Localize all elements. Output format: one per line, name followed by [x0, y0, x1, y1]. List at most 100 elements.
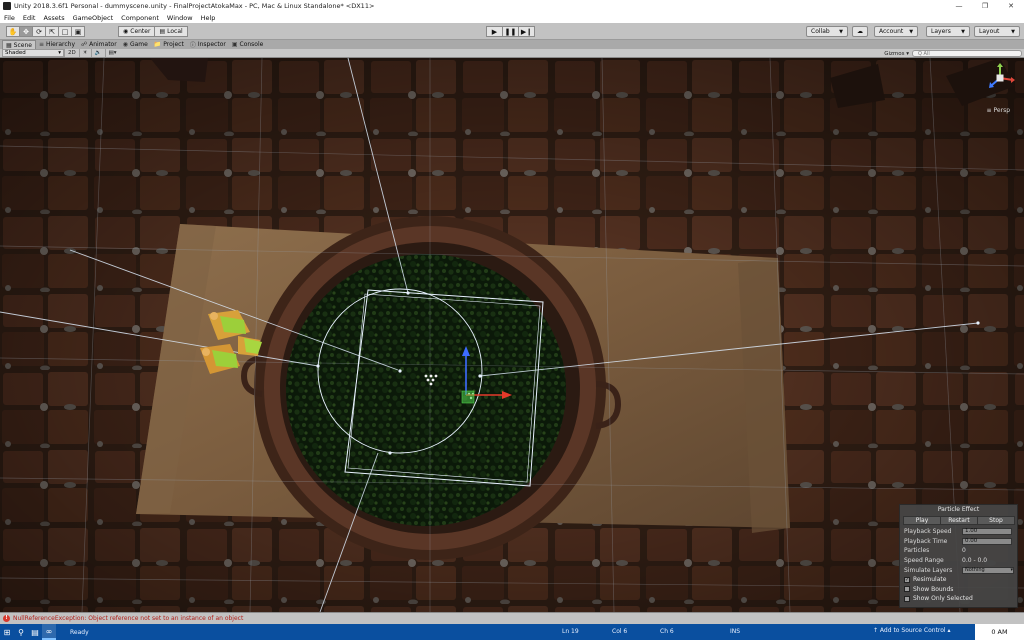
- minimize-button[interactable]: —: [946, 0, 972, 12]
- playback-time-field[interactable]: 0.00: [962, 537, 1012, 545]
- collab-dropdown[interactable]: Collab ▼: [806, 26, 848, 37]
- cloud-group: ☁: [852, 26, 868, 37]
- cloud-icon: ☁: [857, 28, 863, 35]
- account-dropdown[interactable]: Account ▼: [874, 26, 918, 37]
- speed-range-value: 0.0 - 0.0: [962, 557, 988, 565]
- scene-render: [0, 58, 1024, 612]
- menu-file[interactable]: File: [4, 14, 15, 22]
- collab-label: Collab: [811, 28, 830, 35]
- collab-group: Collab ▼: [806, 26, 848, 37]
- scene-icon: ▦: [6, 41, 12, 49]
- show-bounds-row: Show Bounds: [900, 585, 1017, 595]
- pivot-local-button[interactable]: ▤ Local: [154, 26, 188, 37]
- particle-restart-button[interactable]: Restart: [940, 516, 978, 525]
- menu-help[interactable]: Help: [201, 14, 216, 22]
- account-label: Account: [879, 28, 904, 35]
- simulate-layers-dropdown[interactable]: Nothing ▾: [962, 566, 1014, 574]
- lighting-icon[interactable]: ☀: [78, 49, 91, 57]
- account-group: Account ▼: [874, 26, 918, 37]
- system-clock[interactable]: 0 AM: [975, 624, 1024, 640]
- tab-console-label: Console: [239, 41, 264, 48]
- layers-dropdown[interactable]: Layers ▼: [926, 26, 970, 37]
- play-button[interactable]: ▶: [486, 26, 503, 37]
- tab-game[interactable]: ◉ Game: [120, 40, 151, 49]
- status-ch: Ch 6: [660, 628, 674, 635]
- playback-speed-field[interactable]: 1.00: [962, 528, 1012, 536]
- shading-mode-dropdown[interactable]: Shaded ▾: [2, 49, 64, 57]
- particle-play-button[interactable]: Play: [903, 516, 941, 525]
- maximize-button[interactable]: ❐: [972, 0, 998, 12]
- show-only-selected-label: Show Only Selected: [913, 595, 973, 603]
- layout-dropdown[interactable]: Layout ▼: [974, 26, 1020, 37]
- game-icon: ◉: [122, 41, 128, 48]
- scale-tool-icon[interactable]: ⇱: [45, 26, 59, 37]
- chevron-down-icon: ▼: [1011, 28, 1015, 35]
- projection-toggle[interactable]: ≡ Persp: [987, 107, 1010, 114]
- menu-bar: File Edit Assets GameObject Component Wi…: [0, 12, 1024, 23]
- gizmos-dropdown[interactable]: Gizmos ▾: [881, 50, 912, 58]
- audio-icon[interactable]: 🔈: [90, 49, 105, 57]
- menu-gameobject[interactable]: GameObject: [73, 14, 114, 22]
- tab-animator[interactable]: ☍ Animator: [78, 40, 120, 49]
- folder-icon: 📁: [153, 41, 162, 48]
- tab-hierarchy[interactable]: ≡ Hierarchy: [36, 40, 78, 49]
- step-button[interactable]: ▶❙: [518, 26, 535, 37]
- menu-edit[interactable]: Edit: [23, 14, 36, 22]
- particle-stop-button[interactable]: Stop: [977, 516, 1015, 525]
- mode-2d-toggle[interactable]: 2D: [64, 49, 79, 57]
- menu-assets[interactable]: Assets: [43, 14, 64, 22]
- effects-icon[interactable]: ▤▾: [104, 49, 120, 57]
- main-toolbar: ✋ ✥ ⟳ ⇱ □ ▣ ◉ Center ▤ Local ▶ ❚❚ ▶❙ Colla…: [0, 23, 1024, 40]
- projection-label: Persp: [993, 107, 1011, 114]
- rect-tool-icon[interactable]: □: [58, 26, 72, 37]
- tab-inspector[interactable]: ⓘ Inspector: [187, 40, 229, 49]
- menu-window[interactable]: Window: [167, 14, 193, 22]
- close-button[interactable]: ✕: [998, 0, 1024, 12]
- animator-icon: ☍: [81, 41, 88, 48]
- search-icon[interactable]: ⚲: [14, 624, 28, 640]
- resimulate-checkbox[interactable]: ✓: [904, 576, 910, 583]
- tab-project[interactable]: 📁 Project: [151, 40, 187, 49]
- cloud-button[interactable]: ☁: [852, 26, 868, 37]
- play-controls: ▶ ❚❚ ▶❙: [486, 26, 535, 37]
- speed-range-row: Speed Range 0.0 - 0.0: [900, 556, 1017, 566]
- layout-group: Layout ▼: [974, 26, 1020, 37]
- tab-game-label: Game: [129, 41, 148, 48]
- status-ready: Ready: [70, 628, 89, 636]
- unity-editor: Unity 2018.3.6f1 Personal - dummyscene.u…: [0, 0, 1024, 640]
- window-controls: — ❐ ✕: [946, 0, 1024, 12]
- move-tool-icon[interactable]: ✥: [19, 26, 33, 37]
- pivot-center-button[interactable]: ◉ Center: [118, 26, 156, 37]
- tab-scene[interactable]: ▦ Scene: [2, 40, 36, 49]
- tab-inspector-label: Inspector: [197, 41, 226, 48]
- pause-button[interactable]: ❚❚: [502, 26, 519, 37]
- add-to-source-control-button[interactable]: ↑ Add to Source Control ▴: [873, 627, 951, 634]
- layers-group: Layers ▼: [926, 26, 970, 37]
- console-status-bar[interactable]: ! NullReferenceException: Object referen…: [0, 612, 1024, 624]
- unity-logo-icon: [3, 2, 11, 10]
- show-bounds-checkbox[interactable]: [904, 586, 910, 593]
- windows-taskbar: ⊞ ⚲ ▤ ∞ Ready Ln 19 Col 6 Ch 6 INS ↑ Add…: [0, 624, 1024, 640]
- scene-axis-gizmo-icon[interactable]: [984, 62, 1016, 94]
- console-icon: ▣: [231, 41, 238, 48]
- local-icon: ▤: [159, 28, 166, 35]
- tab-console[interactable]: ▣ Console: [229, 40, 267, 49]
- tab-scene-label: Scene: [13, 41, 32, 49]
- windows-start-icon[interactable]: ⊞: [0, 624, 14, 640]
- layout-label: Layout: [979, 28, 1000, 35]
- chevron-down-icon: ▼: [961, 28, 965, 35]
- show-only-selected-checkbox[interactable]: [904, 595, 910, 602]
- task-view-icon[interactable]: ▤: [28, 624, 42, 640]
- visual-studio-taskbar-icon[interactable]: ∞: [42, 624, 56, 640]
- playback-time-row: Playback Time 0.00: [900, 537, 1017, 547]
- hand-tool-icon[interactable]: ✋: [6, 26, 20, 37]
- show-bounds-label: Show Bounds: [913, 585, 954, 593]
- tab-animator-label: Animator: [89, 41, 117, 48]
- transform-tool-icon[interactable]: ▣: [71, 26, 85, 37]
- error-icon: !: [3, 615, 10, 622]
- rotate-tool-icon[interactable]: ⟳: [32, 26, 46, 37]
- particle-panel-title: Particle Effect: [937, 506, 980, 513]
- scene-viewport[interactable]: ≡ Persp: [0, 58, 1024, 612]
- scene-search-input[interactable]: Q All: [912, 50, 1022, 57]
- menu-component[interactable]: Component: [121, 14, 159, 22]
